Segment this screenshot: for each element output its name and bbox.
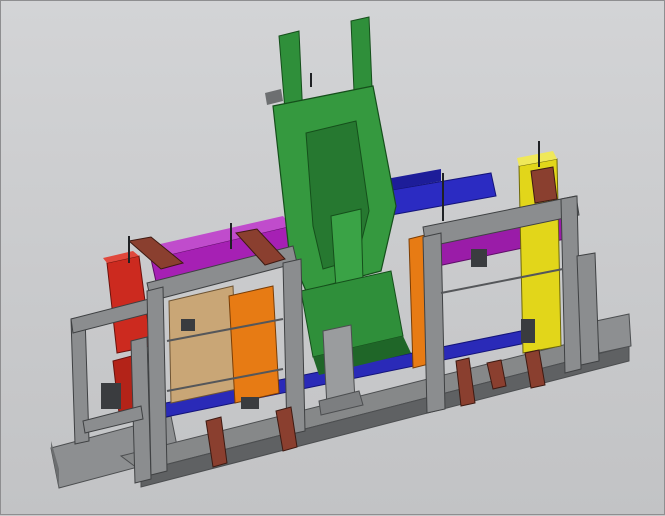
tan-panel bbox=[168, 285, 238, 404]
fixture-assembly-model bbox=[50, 16, 632, 489]
cad-viewport[interactable] bbox=[0, 0, 665, 515]
